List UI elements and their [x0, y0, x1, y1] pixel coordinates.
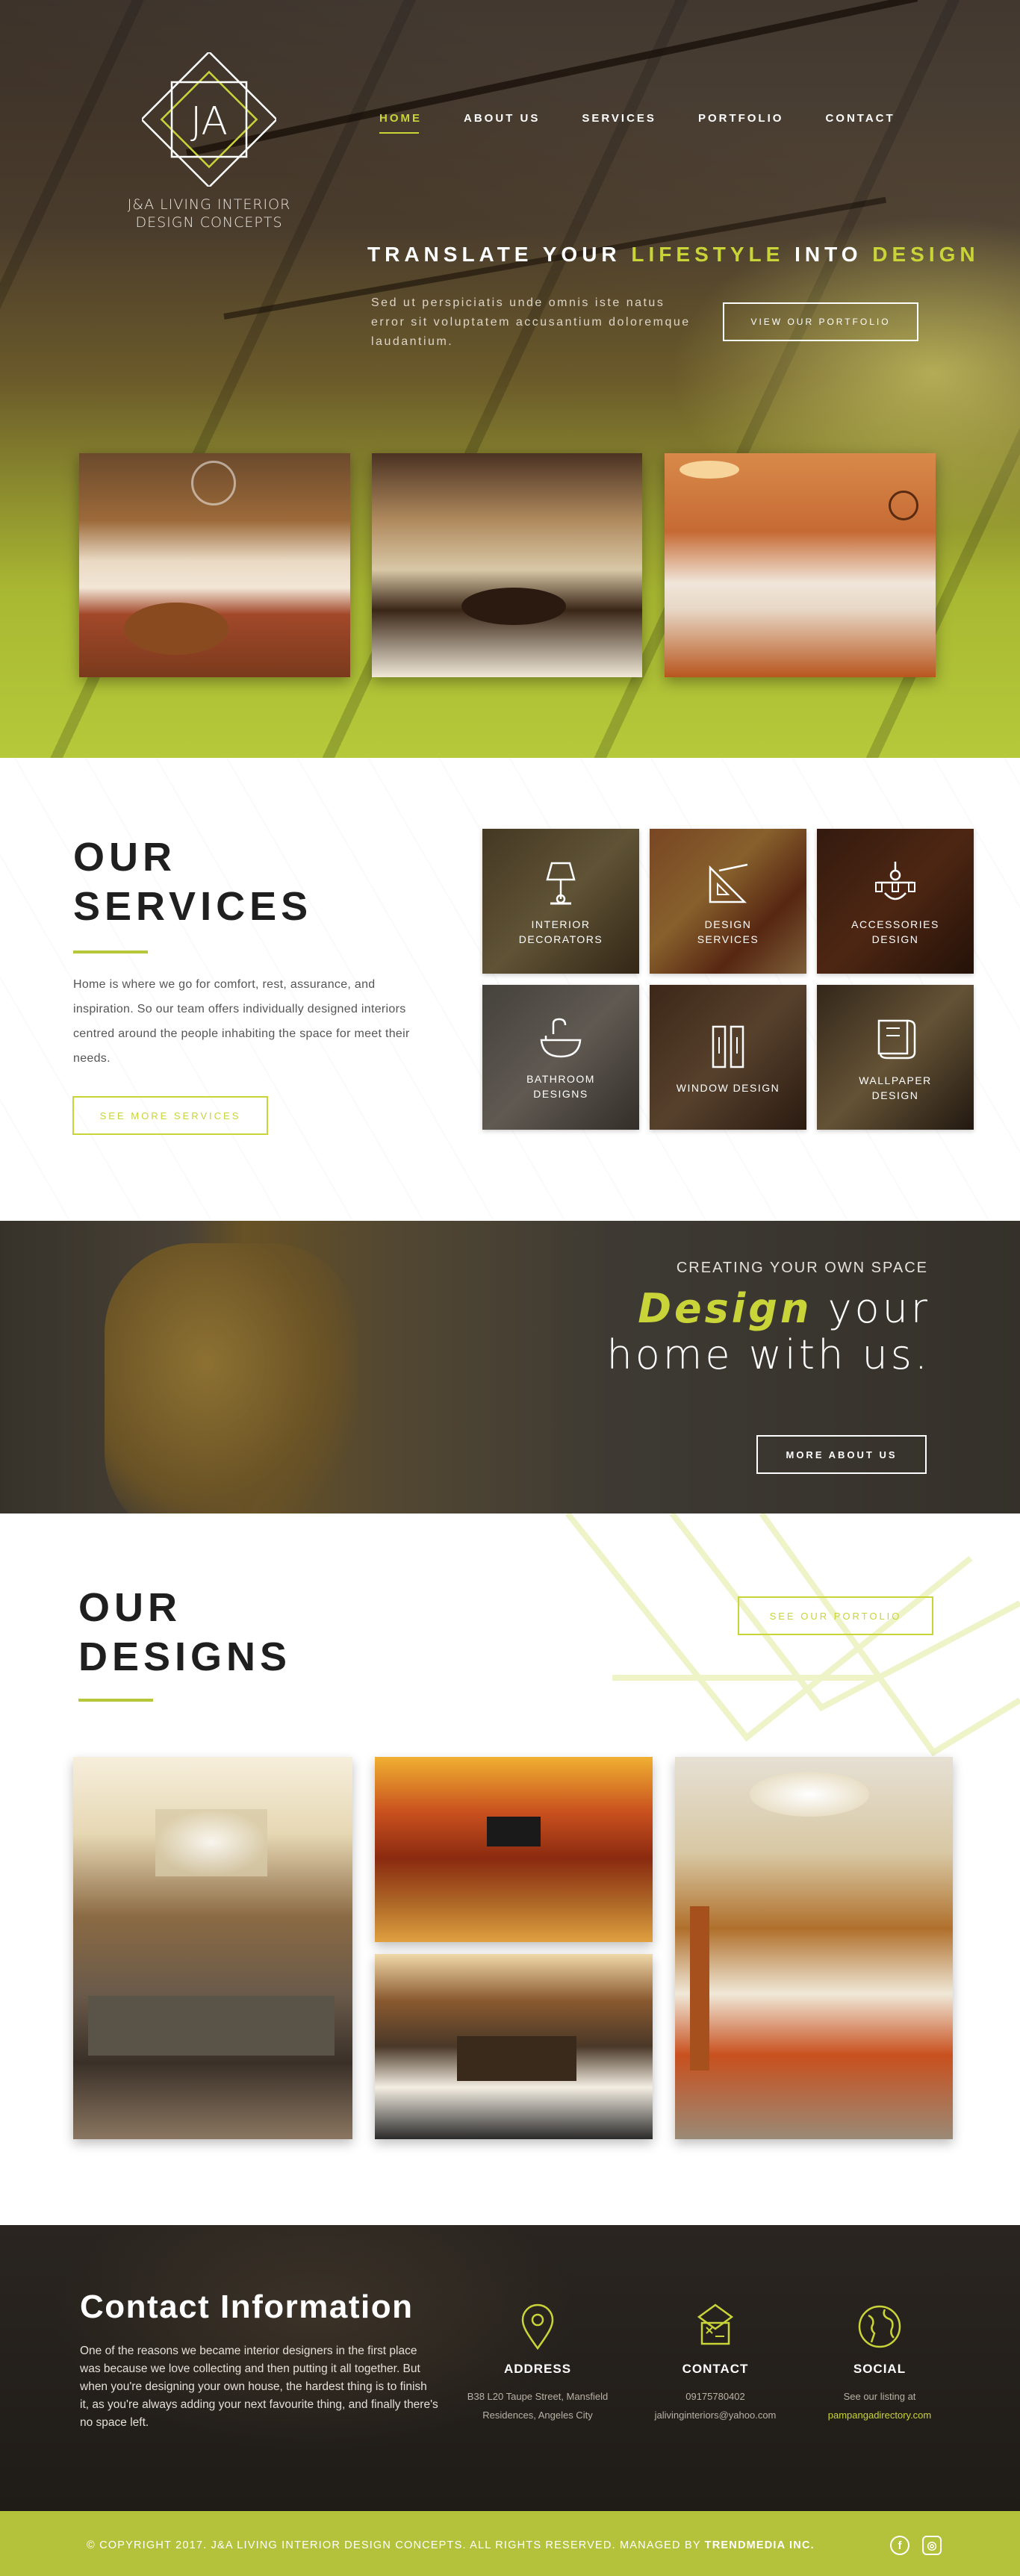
hero-photo-lounge[interactable]	[372, 453, 642, 677]
contact-email-link[interactable]: jalivinginteriors@yahoo.com	[633, 2406, 797, 2424]
contact-title: Contact Information	[80, 2289, 414, 2325]
hero-photo-bedroom[interactable]	[665, 453, 936, 677]
facebook-icon[interactable]: f	[890, 2536, 909, 2555]
service-tile-accessories-design[interactable]: ACCESSORIES DESIGN	[817, 829, 974, 974]
map-pin-icon	[521, 2303, 554, 2351]
globe-icon	[858, 2305, 901, 2348]
svg-text:JA: JA	[190, 99, 228, 144]
hero-copy: Sed ut perspiciatis unde omnis iste natu…	[371, 296, 691, 348]
brand-name: J&A LIVING INTERIOR DESIGN CONCEPTS	[112, 196, 306, 231]
hero-headline-part: TRANSLATE YOUR	[367, 243, 621, 266]
banner-headline: Design your home with us.	[606, 1286, 930, 1378]
contact-description: One of the reasons we became interior de…	[80, 2345, 438, 2429]
hero-photo-living-room[interactable]	[79, 453, 350, 677]
contact-address: ADDRESS B38 L20 Taupe Street, Mansfield …	[455, 2302, 620, 2424]
design-photo-living-room[interactable]	[73, 1757, 352, 2139]
design-photo-entertainment-room[interactable]	[375, 1757, 653, 1942]
view-portfolio-button[interactable]: VIEW OUR PORTFOLIO	[723, 302, 918, 341]
nav-services[interactable]: SERVICES	[582, 112, 656, 125]
design-photo-lounge-area[interactable]	[675, 1757, 953, 2139]
service-tile-wallpaper-design[interactable]: WALLPAPER DESIGN	[817, 985, 974, 1130]
service-tile-bathroom-designs[interactable]: BATHROOM DESIGNS	[482, 985, 639, 1130]
see-more-services-button[interactable]: SEE MORE SERVICES	[72, 1096, 268, 1135]
services-title-line1: OUR	[73, 835, 176, 880]
brand-name-line1: J&A LIVING INTERIOR	[127, 196, 291, 213]
service-tile-label: DESIGN SERVICES	[697, 918, 759, 945]
service-tile-interior-decorators[interactable]: INTERIOR DECORATORS	[482, 829, 639, 974]
wallpaper-roll-icon	[877, 1019, 916, 1060]
service-tile-label: ACCESSORIES DESIGN	[851, 918, 939, 945]
contact-phone-heading: CONTACT	[682, 2362, 749, 2376]
contact-phone-email: CONTACT 09175780402 jalivinginteriors@ya…	[633, 2302, 797, 2424]
nav-about-us[interactable]: ABOUT US	[464, 112, 540, 125]
nav-home[interactable]: HOME	[379, 112, 422, 134]
hero-headline-highlight: DESIGN	[872, 243, 980, 266]
window-icon	[712, 1025, 744, 1068]
service-tile-label: WINDOW DESIGN	[676, 1082, 780, 1094]
services-description: Home is where we go for comfort, rest, a…	[73, 978, 410, 1065]
site-logo[interactable]: JA J&A LIVING INTERIOR DESIGN CONCEPTS	[112, 52, 306, 231]
banner-headline-highlight: Design	[638, 1285, 812, 1332]
footer-copyright-text: © COPYRIGHT 2017. J&A LIVING INTERIOR DE…	[87, 2539, 701, 2551]
banner-kicker: CREATING YOUR OWN SPACE	[676, 1260, 928, 1276]
more-about-us-button[interactable]: MORE ABOUT US	[756, 1435, 927, 1474]
contact-social: SOCIAL See our listing at pampangadirect…	[797, 2302, 962, 2424]
directory-listing-link[interactable]: pampangadirectory.com	[797, 2406, 962, 2424]
ruler-triangle-icon	[709, 863, 748, 903]
designs-title: OUR DESIGNS	[78, 1583, 291, 1681]
footer-copyright: © COPYRIGHT 2017. J&A LIVING INTERIOR DE…	[87, 2539, 815, 2551]
contact-social-heading: SOCIAL	[853, 2362, 907, 2376]
contact-phone-number[interactable]: 09175780402	[633, 2387, 797, 2406]
see-our-portfolio-button[interactable]: SEE OUR PORTOLIO	[738, 1596, 933, 1635]
footer-managed-by-link[interactable]: TRENDMEDIA INC.	[705, 2539, 815, 2551]
service-tile-label: BATHROOM DESIGNS	[526, 1073, 595, 1100]
designs-title-line2: DESIGNS	[78, 1634, 292, 1679]
contact-address-line: B38 L20 Taupe Street, Mansfield	[467, 2391, 609, 2402]
contact-address-heading: ADDRESS	[503, 2362, 572, 2376]
sink-icon	[540, 1018, 582, 1058]
main-nav: HOME ABOUT US SERVICES PORTFOLIO CONTACT	[379, 112, 937, 134]
service-tile-label: WALLPAPER DESIGN	[859, 1074, 932, 1101]
service-tile-label: INTERIOR DECORATORS	[518, 918, 603, 945]
hero-headline-part: INTO	[794, 243, 862, 266]
designs-title-line1: OUR	[78, 1585, 181, 1630]
services-title-underline	[73, 951, 148, 953]
contact-social-line: See our listing at	[843, 2391, 916, 2402]
banner-headline-line2: home with us.	[606, 1331, 930, 1378]
designs-title-underline	[78, 1699, 153, 1702]
contact-address-line: Residences, Angeles City	[482, 2409, 593, 2421]
chandelier-icon	[875, 862, 915, 900]
hero-headline-highlight: LIFESTYLE	[631, 243, 785, 266]
nav-portfolio[interactable]: PORTFOLIO	[698, 112, 784, 125]
service-tile-design-services[interactable]: DESIGN SERVICES	[650, 829, 806, 974]
brand-name-line2: DESIGN CONCEPTS	[135, 214, 283, 231]
services-title-line2: SERVICES	[73, 884, 313, 929]
hero-headline: TRANSLATE YOUR LIFESTYLE INTO DESIGN	[367, 243, 980, 267]
design-photo-dining-room[interactable]	[375, 1954, 653, 2139]
phone-card-icon	[697, 2303, 734, 2345]
service-tile-window-design[interactable]: WINDOW DESIGN	[650, 985, 806, 1130]
lamp-icon	[546, 862, 576, 905]
instagram-icon[interactable]: ◎	[922, 2536, 942, 2555]
logo-monogram-icon: JA	[142, 52, 276, 187]
services-title: OUR SERVICES	[73, 833, 312, 931]
banner-headline-part: your	[827, 1285, 930, 1332]
nav-contact[interactable]: CONTACT	[825, 112, 895, 125]
